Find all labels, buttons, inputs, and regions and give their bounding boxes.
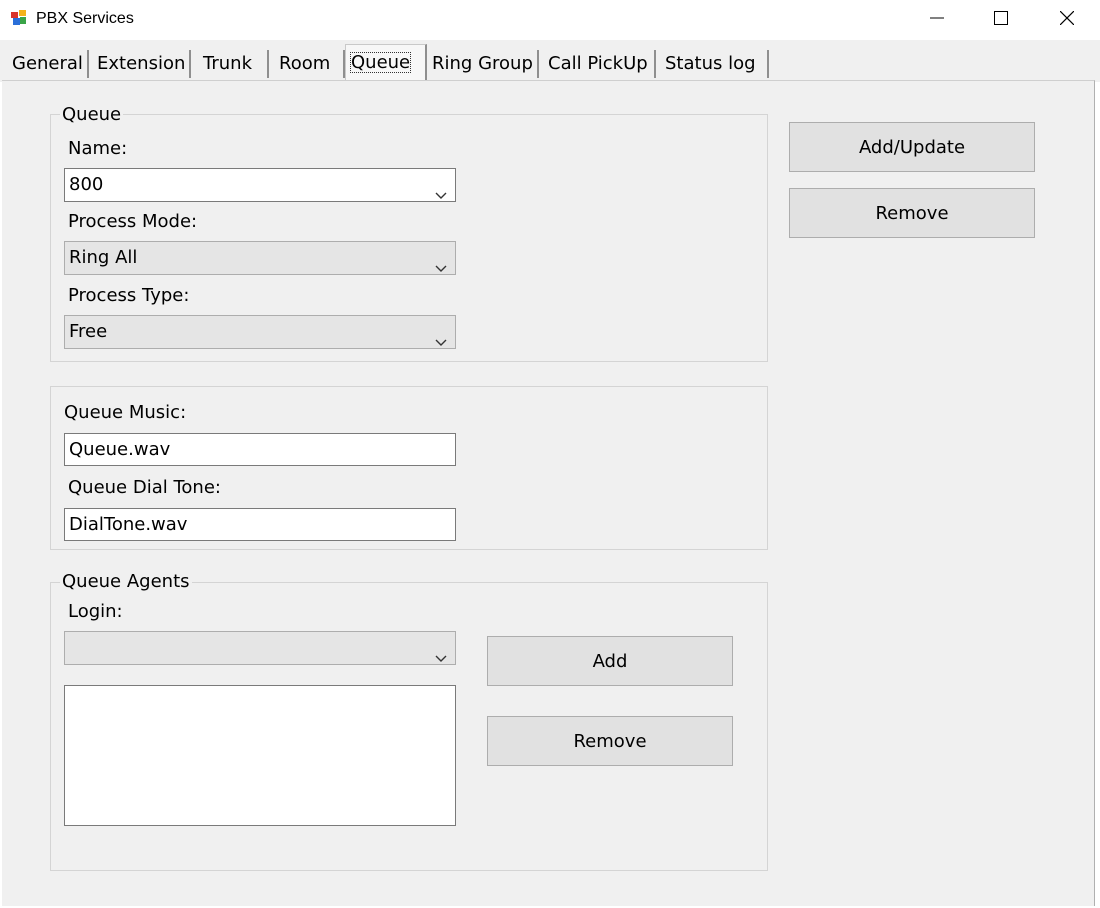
chevron-down-icon bbox=[435, 180, 447, 199]
process-mode-value: Ring All bbox=[69, 247, 138, 268]
queue-dial-tone-value: DialTone.wav bbox=[69, 514, 188, 535]
name-value: 800 bbox=[69, 174, 104, 195]
tab-ring-group[interactable]: Ring Group bbox=[428, 50, 539, 78]
name-combobox[interactable]: 800 bbox=[64, 168, 456, 202]
title-bar: PBX Services bbox=[0, 0, 1100, 40]
tab-general[interactable]: General bbox=[8, 50, 89, 78]
queue-agents-legend: Queue Agents bbox=[60, 571, 192, 592]
process-type-label: Process Type: bbox=[68, 285, 190, 306]
queue-dial-tone-label: Queue Dial Tone: bbox=[68, 477, 221, 498]
remove-agent-button[interactable]: Remove bbox=[487, 716, 733, 766]
tab-queue[interactable]: Queue bbox=[345, 44, 427, 80]
process-type-select[interactable]: Free bbox=[64, 315, 456, 349]
window-title: PBX Services bbox=[36, 10, 134, 27]
name-label: Name: bbox=[68, 138, 128, 159]
queue-music-field[interactable]: Queue.wav bbox=[64, 433, 456, 466]
close-button[interactable] bbox=[1032, 0, 1100, 38]
pbx-app-icon bbox=[10, 9, 28, 27]
queue-group-legend: Queue bbox=[60, 104, 124, 125]
process-mode-label: Process Mode: bbox=[68, 211, 198, 232]
tab-call-pickup[interactable]: Call PickUp bbox=[544, 50, 656, 78]
tab-extension[interactable]: Extension bbox=[93, 50, 191, 78]
process-type-value: Free bbox=[69, 321, 108, 342]
agents-listbox[interactable] bbox=[64, 685, 456, 826]
add-update-button[interactable]: Add/Update bbox=[789, 122, 1035, 172]
minimize-icon bbox=[930, 10, 944, 29]
queue-dial-tone-field[interactable]: DialTone.wav bbox=[64, 508, 456, 541]
maximize-button[interactable] bbox=[966, 0, 1036, 38]
tab-status-log[interactable]: Status log bbox=[661, 50, 769, 78]
queue-tab-page: Queue Name: 800 Process Mode: Ring All P… bbox=[2, 80, 1095, 906]
maximize-icon bbox=[994, 10, 1008, 29]
tab-trunk[interactable]: Trunk bbox=[199, 50, 269, 78]
add-agent-button[interactable]: Add bbox=[487, 636, 733, 686]
chevron-down-icon bbox=[435, 643, 447, 662]
login-select[interactable] bbox=[64, 631, 456, 665]
tab-room[interactable]: Room bbox=[275, 50, 345, 78]
chevron-down-icon bbox=[435, 327, 447, 346]
chevron-down-icon bbox=[435, 253, 447, 272]
minimize-button[interactable] bbox=[902, 0, 972, 38]
login-label: Login: bbox=[68, 601, 123, 622]
process-mode-select[interactable]: Ring All bbox=[64, 241, 456, 275]
queue-music-label: Queue Music: bbox=[64, 402, 187, 423]
close-icon bbox=[1059, 10, 1075, 29]
queue-music-value: Queue.wav bbox=[69, 439, 171, 460]
remove-queue-button[interactable]: Remove bbox=[789, 188, 1035, 238]
tab-strip: General Extension Trunk Room Queue Ring … bbox=[0, 40, 1100, 82]
